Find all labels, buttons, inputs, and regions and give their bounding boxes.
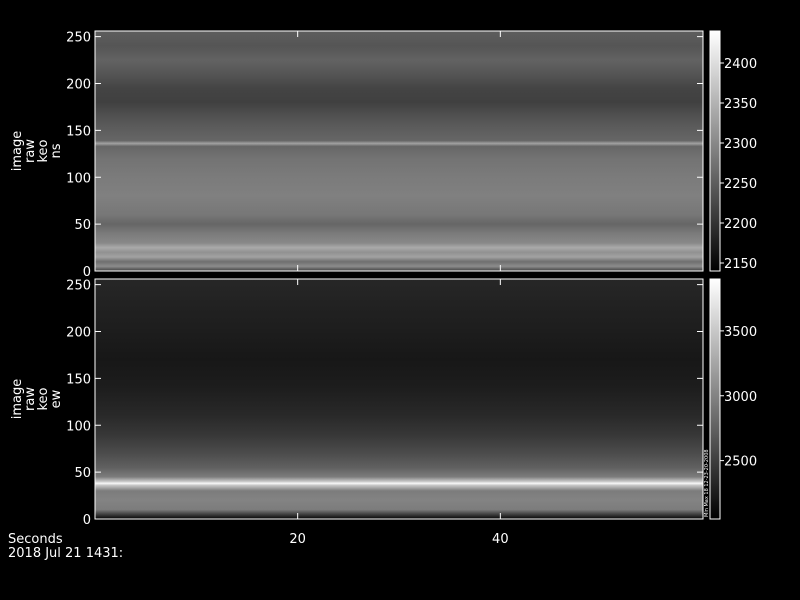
y-tick-label: 200 (66, 78, 91, 93)
colorbar-tick-label: 2250 (724, 177, 757, 192)
colorbar-tick-label: 2400 (724, 57, 757, 72)
colorbar-tick-label: 2200 (724, 217, 757, 232)
y-axis-label: ew (49, 389, 64, 408)
timestamp-label: 2018 Jul 21 1431: (8, 546, 123, 561)
colorbar-tick-label: 3000 (724, 390, 757, 405)
y-tick-label: 150 (66, 372, 91, 387)
y-tick-label: 100 (66, 419, 91, 434)
y-tick-label: 150 (66, 124, 91, 139)
colorbar-1 (709, 30, 721, 272)
colorbar-tick-label: 2350 (724, 97, 757, 112)
y-axis-label: ns (49, 143, 64, 158)
keogram-image-2 (95, 279, 703, 519)
colorbar-tick-label: 2300 (724, 137, 757, 152)
keogram-figure: 050100150200250imagerawkeons215022002250… (8, 30, 757, 561)
colorbar-2 (709, 278, 721, 520)
y-tick-label: 200 (66, 326, 91, 341)
y-tick-label: 250 (66, 279, 91, 294)
colorbar-annotation: Min Max 18 12-23-20-2008 (704, 449, 710, 517)
y-tick-label: 250 (66, 31, 91, 46)
x-tick-label: 20 (289, 532, 306, 547)
x-axis-title: Seconds (8, 532, 63, 547)
y-tick-label: 50 (74, 218, 91, 233)
colorbar-tick-label: 3500 (724, 325, 757, 340)
x-tick-label: 40 (492, 532, 509, 547)
y-tick-label: 100 (66, 171, 91, 186)
keogram-image-1 (95, 31, 703, 271)
y-tick-label: 50 (74, 466, 91, 481)
colorbar-tick-label: 2500 (724, 455, 757, 470)
y-tick-label: 0 (83, 513, 91, 528)
colorbar-tick-label: 2150 (724, 257, 757, 272)
